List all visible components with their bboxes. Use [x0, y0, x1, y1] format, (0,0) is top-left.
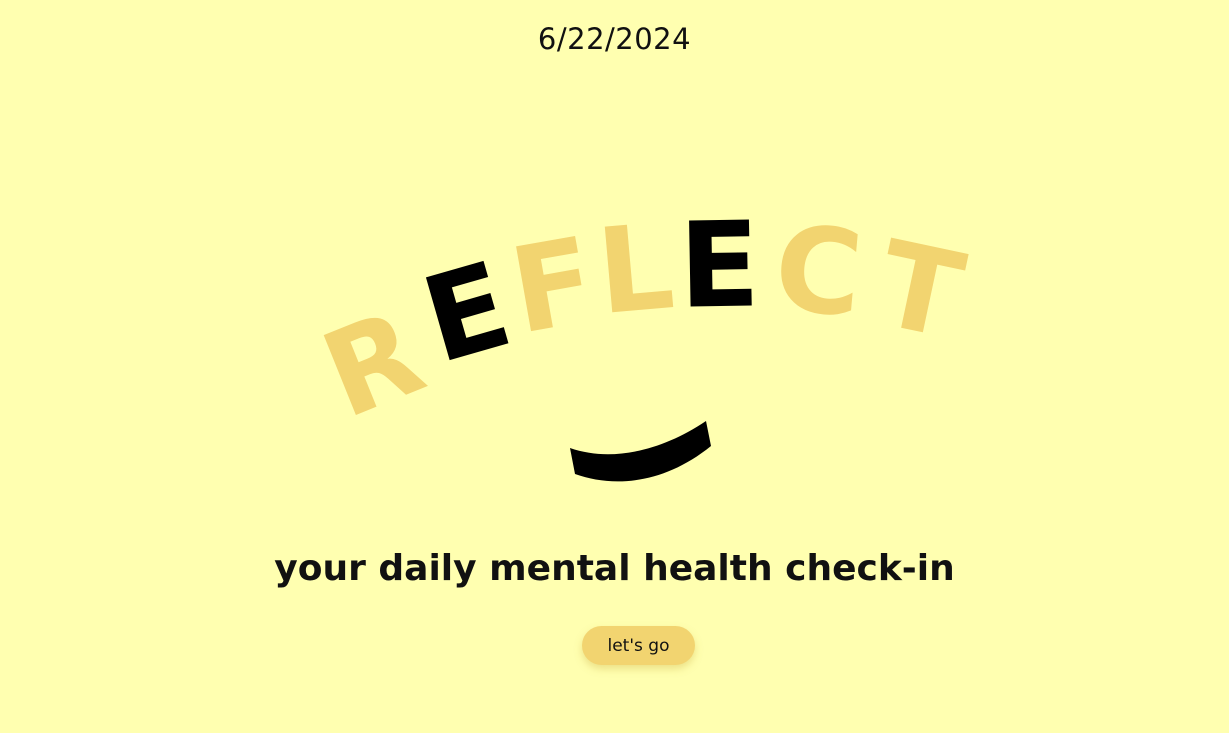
logo-letter-r: R — [305, 283, 441, 445]
tagline: your daily mental health check-in — [274, 548, 955, 589]
logo-letter-t: T — [867, 214, 974, 366]
logo-letter-c: C — [769, 199, 867, 344]
logo-letter-l: L — [592, 197, 679, 341]
logo-wordmark: R E F L E C T — [305, 195, 975, 445]
logo-letter-f: F — [501, 211, 604, 361]
landing-page: 6/22/2024 R E F L E C T your daily menta… — [0, 0, 1229, 733]
lets-go-button[interactable]: let's go — [582, 626, 695, 665]
logo-letter-e2: E — [678, 195, 761, 334]
smile-icon — [570, 421, 711, 482]
reflect-logo: R E F L E C T — [305, 195, 975, 482]
